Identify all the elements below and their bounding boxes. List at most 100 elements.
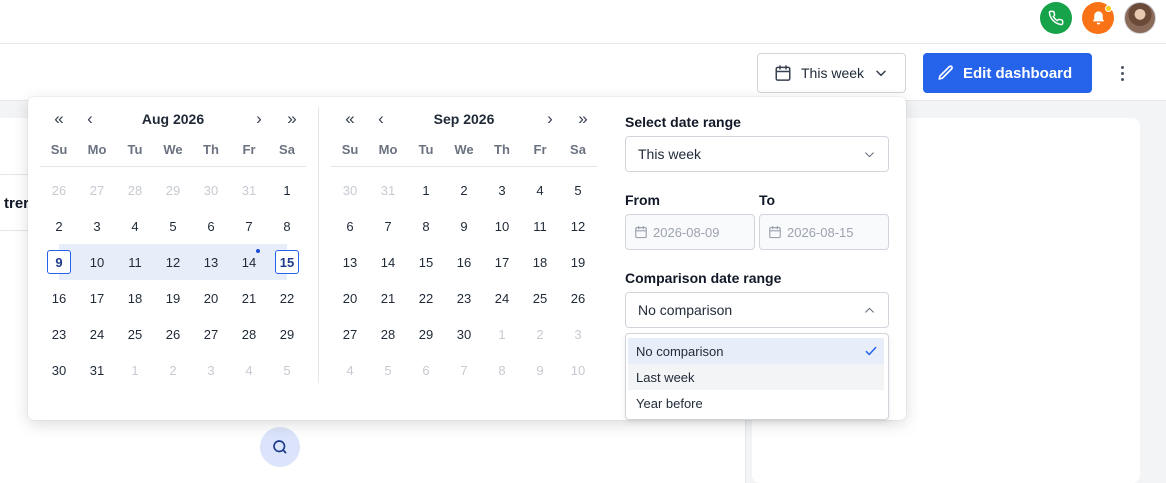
calendar-day[interactable]: 17 [483, 244, 521, 280]
comparison-select[interactable]: No comparison [625, 292, 889, 328]
calendar-day[interactable]: 8 [483, 352, 521, 388]
calendar-day[interactable]: 21 [230, 280, 268, 316]
calendar-day[interactable]: 26 [559, 280, 597, 316]
calendar-day[interactable]: 10 [559, 352, 597, 388]
calendar-day[interactable]: 28 [116, 172, 154, 208]
calendar-day[interactable]: 8 [268, 208, 306, 244]
next-month-icon[interactable]: › [249, 110, 269, 128]
calendar-day[interactable]: 29 [407, 316, 445, 352]
notifications-button[interactable] [1082, 2, 1114, 34]
calendar-day[interactable]: 29 [154, 172, 192, 208]
calendar-day[interactable]: 6 [192, 208, 230, 244]
calendar-day[interactable]: 1 [116, 352, 154, 388]
calendar-day[interactable]: 7 [230, 208, 268, 244]
calendar-day[interactable]: 3 [192, 352, 230, 388]
next-year-icon[interactable]: » [282, 110, 302, 128]
calendar-day[interactable]: 30 [331, 172, 369, 208]
calendar-day[interactable]: 9 [40, 244, 78, 280]
calendar-day[interactable]: 25 [521, 280, 559, 316]
avatar[interactable] [1124, 2, 1156, 34]
calendar-day[interactable]: 8 [407, 208, 445, 244]
calendar-day[interactable]: 26 [40, 172, 78, 208]
calendar-day[interactable]: 1 [268, 172, 306, 208]
calendar-day[interactable]: 27 [331, 316, 369, 352]
calendar-day[interactable]: 4 [331, 352, 369, 388]
option-last-week[interactable]: Last week [628, 364, 884, 390]
calendar-day[interactable]: 15 [407, 244, 445, 280]
next-month-icon[interactable]: › [540, 110, 560, 128]
search-button[interactable] [260, 427, 300, 467]
calendar-day[interactable]: 26 [154, 316, 192, 352]
calendar-day[interactable]: 7 [369, 208, 407, 244]
from-date-input[interactable]: 2026-08-09 [625, 214, 755, 250]
calendar-day[interactable]: 18 [521, 244, 559, 280]
calendar-day[interactable]: 4 [116, 208, 154, 244]
calendar-day[interactable]: 29 [268, 316, 306, 352]
calendar-day[interactable]: 24 [78, 316, 116, 352]
phone-button[interactable] [1040, 2, 1072, 34]
calendar-day[interactable]: 10 [483, 208, 521, 244]
calendar-day[interactable]: 14 [230, 244, 268, 280]
calendar-day[interactable]: 21 [369, 280, 407, 316]
calendar-day[interactable]: 3 [78, 208, 116, 244]
to-date-input[interactable]: 2026-08-15 [759, 214, 889, 250]
calendar-day[interactable]: 15 [268, 244, 306, 280]
date-filter-button[interactable]: This week [757, 53, 906, 93]
calendar-day[interactable]: 22 [407, 280, 445, 316]
calendar-day[interactable]: 5 [154, 208, 192, 244]
calendar-day[interactable]: 11 [521, 208, 559, 244]
calendar-day[interactable]: 25 [116, 316, 154, 352]
calendar-day[interactable]: 10 [78, 244, 116, 280]
more-options-icon[interactable] [1110, 60, 1134, 86]
calendar-day[interactable]: 16 [445, 244, 483, 280]
option-no-comparison[interactable]: No comparison [628, 338, 884, 364]
calendar-day[interactable]: 2 [154, 352, 192, 388]
calendar-day[interactable]: 3 [483, 172, 521, 208]
calendar-day[interactable]: 9 [521, 352, 559, 388]
next-year-icon[interactable]: » [573, 110, 593, 128]
calendar-day[interactable]: 16 [40, 280, 78, 316]
calendar-day[interactable]: 27 [192, 316, 230, 352]
calendar-day[interactable]: 18 [116, 280, 154, 316]
calendar-day[interactable]: 4 [230, 352, 268, 388]
calendar-day[interactable]: 2 [521, 316, 559, 352]
calendar-day[interactable]: 2 [445, 172, 483, 208]
calendar-day[interactable]: 20 [331, 280, 369, 316]
calendar-day[interactable]: 1 [483, 316, 521, 352]
calendar-day[interactable]: 13 [192, 244, 230, 280]
calendar-day[interactable]: 3 [559, 316, 597, 352]
calendar-day[interactable]: 28 [369, 316, 407, 352]
calendar-day[interactable]: 12 [559, 208, 597, 244]
calendar-day[interactable]: 14 [369, 244, 407, 280]
calendar-day[interactable]: 6 [331, 208, 369, 244]
calendar-day[interactable]: 6 [407, 352, 445, 388]
calendar-day[interactable]: 11 [116, 244, 154, 280]
calendar-day[interactable]: 1 [407, 172, 445, 208]
calendar-day[interactable]: 19 [154, 280, 192, 316]
calendar-day[interactable]: 31 [230, 172, 268, 208]
calendar-day[interactable]: 22 [268, 280, 306, 316]
calendar-day[interactable]: 30 [192, 172, 230, 208]
calendar-day[interactable]: 12 [154, 244, 192, 280]
calendar-day[interactable]: 5 [268, 352, 306, 388]
date-range-select[interactable]: This week [625, 136, 889, 172]
calendar-day[interactable]: 9 [445, 208, 483, 244]
calendar-day[interactable]: 5 [369, 352, 407, 388]
calendar-day[interactable]: 28 [230, 316, 268, 352]
calendar-day[interactable]: 7 [445, 352, 483, 388]
calendar-day[interactable]: 31 [78, 352, 116, 388]
calendar-day[interactable]: 19 [559, 244, 597, 280]
calendar-day[interactable]: 2 [40, 208, 78, 244]
calendar-day[interactable]: 27 [78, 172, 116, 208]
calendar-day[interactable]: 30 [445, 316, 483, 352]
calendar-day[interactable]: 5 [559, 172, 597, 208]
calendar-day[interactable]: 4 [521, 172, 559, 208]
calendar-day[interactable]: 23 [40, 316, 78, 352]
calendar-day[interactable]: 23 [445, 280, 483, 316]
calendar-day[interactable]: 13 [331, 244, 369, 280]
calendar-day[interactable]: 30 [40, 352, 78, 388]
calendar-day[interactable]: 31 [369, 172, 407, 208]
edit-dashboard-button[interactable]: Edit dashboard [923, 53, 1092, 93]
calendar-day[interactable]: 24 [483, 280, 521, 316]
calendar-day[interactable]: 20 [192, 280, 230, 316]
